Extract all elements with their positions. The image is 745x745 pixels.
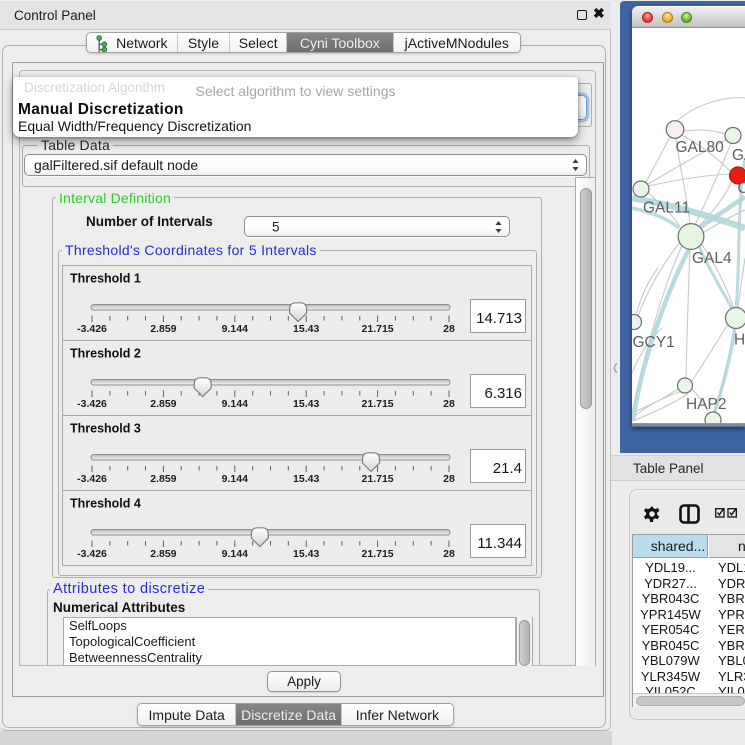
svg-text:6.316: 6.316 [484, 385, 522, 402]
svg-text:HI: HI [734, 332, 745, 349]
svg-text:-3.426: -3.426 [77, 473, 107, 485]
svg-text:2.859: 2.859 [150, 398, 176, 410]
svg-text:21.715: 21.715 [362, 473, 394, 485]
svg-text:Threshold 2: Threshold 2 [70, 347, 141, 361]
svg-text:15.43: 15.43 [293, 398, 319, 410]
svg-text:GAL80: GAL80 [676, 139, 725, 156]
svg-text:15.43: 15.43 [293, 548, 319, 560]
svg-text:GAL11: GAL11 [643, 200, 690, 217]
svg-text:GA: GA [732, 147, 745, 164]
svg-text:-3.426: -3.426 [77, 548, 107, 560]
svg-text:28: 28 [443, 398, 455, 410]
svg-text:21.715: 21.715 [362, 398, 394, 410]
svg-text:21.715: 21.715 [362, 323, 394, 335]
svg-text:28: 28 [443, 473, 455, 485]
svg-text:2.859: 2.859 [150, 323, 176, 335]
svg-text:21.4: 21.4 [493, 460, 522, 477]
svg-text:9.144: 9.144 [222, 473, 248, 485]
svg-text:Threshold 1: Threshold 1 [70, 272, 141, 286]
svg-text:15.43: 15.43 [293, 473, 319, 485]
svg-text:2.859: 2.859 [150, 548, 176, 560]
svg-text:GCY1: GCY1 [633, 334, 675, 351]
svg-text:2.859: 2.859 [150, 473, 176, 485]
svg-text:9.144: 9.144 [222, 323, 248, 335]
svg-text:15.43: 15.43 [293, 323, 319, 335]
svg-text:9.144: 9.144 [222, 548, 248, 560]
svg-text:21.715: 21.715 [362, 548, 394, 560]
svg-text:HAP2: HAP2 [686, 396, 727, 413]
svg-text:9.144: 9.144 [222, 398, 248, 410]
svg-text:28: 28 [443, 548, 455, 560]
svg-text:GAL4: GAL4 [692, 250, 732, 267]
svg-text:14.713: 14.713 [476, 310, 522, 327]
svg-text:-3.426: -3.426 [77, 398, 107, 410]
svg-text:-3.426: -3.426 [77, 323, 107, 335]
svg-text:CA: CA [738, 180, 745, 197]
svg-text:28: 28 [443, 323, 455, 335]
svg-text:Threshold 3: Threshold 3 [70, 422, 141, 436]
svg-text:Threshold 4: Threshold 4 [70, 497, 141, 511]
svg-text:11.344: 11.344 [477, 535, 522, 552]
